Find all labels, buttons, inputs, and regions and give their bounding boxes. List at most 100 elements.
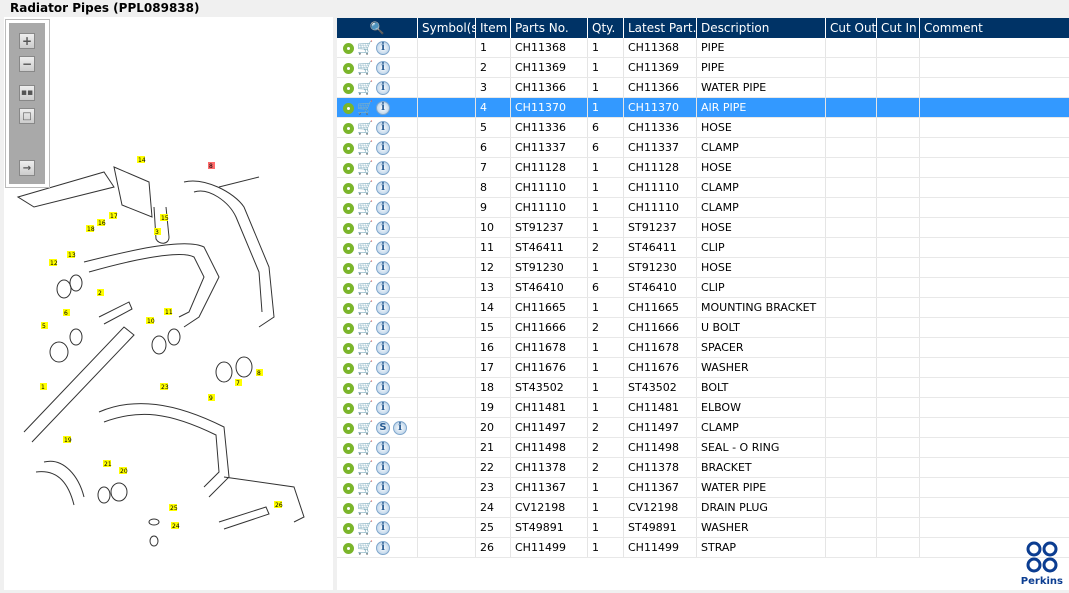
table-row[interactable]: 🛒 i 4 CH11370 1 CH11370 AIR PIPE [337,98,1069,118]
gear-icon[interactable] [343,302,354,314]
cart-icon[interactable]: 🛒 [357,142,373,155]
col-comment[interactable]: Comment [920,18,1069,38]
table-row[interactable]: 🛒 i 12 ST91230 1 ST91230 HOSE [337,258,1069,278]
info-icon[interactable]: i [376,221,390,235]
gear-icon[interactable] [343,502,354,514]
table-row[interactable]: 🛒 i 15 CH11666 2 CH11666 U BOLT [337,318,1069,338]
table-row[interactable]: 🛒 i 6 CH11337 6 CH11337 CLAMP [337,138,1069,158]
toggle-panel-button[interactable]: → [19,160,35,176]
info-icon[interactable]: i [376,261,390,275]
gear-icon[interactable] [343,122,354,134]
gear-icon[interactable] [343,182,354,194]
cell-comment[interactable] [920,458,1069,477]
cell-comment[interactable] [920,338,1069,357]
table-row[interactable]: 🛒 i 10 ST91237 1 ST91237 HOSE [337,218,1069,238]
gear-icon[interactable] [343,282,354,294]
cell-comment[interactable] [920,418,1069,437]
cart-icon[interactable]: 🛒 [357,302,373,315]
symbol-s-icon[interactable]: S [376,421,390,435]
gear-icon[interactable] [343,442,354,454]
table-row[interactable]: 🛒 i 8 CH11110 1 CH11110 CLAMP [337,178,1069,198]
cart-icon[interactable]: 🛒 [357,162,373,175]
table-row[interactable]: 🛒 i 7 CH11128 1 CH11128 HOSE [337,158,1069,178]
cart-icon[interactable]: 🛒 [357,382,373,395]
table-row[interactable]: 🛒 i 2 CH11369 1 CH11369 PIPE [337,58,1069,78]
cell-comment[interactable] [920,518,1069,537]
gear-icon[interactable] [343,382,354,394]
gear-icon[interactable] [343,422,354,434]
cell-comment[interactable] [920,198,1069,217]
gear-icon[interactable] [343,102,354,114]
table-row[interactable]: 🛒 i 5 CH11336 6 CH11336 HOSE [337,118,1069,138]
info-icon[interactable]: i [376,501,390,515]
info-icon[interactable]: i [376,201,390,215]
table-row[interactable]: 🛒 i 21 CH11498 2 CH11498 SEAL - O RING [337,438,1069,458]
info-icon[interactable]: i [376,541,390,555]
col-item[interactable]: Item [476,18,511,38]
cell-comment[interactable] [920,318,1069,337]
cell-comment[interactable] [920,98,1069,117]
cart-icon[interactable]: 🛒 [357,242,373,255]
gear-icon[interactable] [343,462,354,474]
info-icon[interactable]: i [376,361,390,375]
info-icon[interactable]: i [376,61,390,75]
cart-icon[interactable]: 🛒 [357,282,373,295]
cell-comment[interactable] [920,498,1069,517]
cart-icon[interactable]: 🛒 [357,122,373,135]
cell-comment[interactable] [920,258,1069,277]
cart-icon[interactable]: 🛒 [357,262,373,275]
info-icon[interactable]: i [376,441,390,455]
gear-icon[interactable] [343,202,354,214]
gear-icon[interactable] [343,62,354,74]
cart-icon[interactable]: 🛒 [357,322,373,335]
cart-icon[interactable]: 🛒 [357,82,373,95]
cart-icon[interactable]: 🛒 [357,522,373,535]
table-row[interactable]: 🛒 i 11 ST46411 2 ST46411 CLIP [337,238,1069,258]
zoom-out-button[interactable]: − [19,56,35,72]
gear-icon[interactable] [343,82,354,94]
gear-icon[interactable] [343,142,354,154]
table-row[interactable]: 🛒 i 1 CH11368 1 CH11368 PIPE [337,38,1069,58]
info-icon[interactable]: i [376,141,390,155]
table-row[interactable]: 🛒 i 24 CV12198 1 CV12198 DRAIN PLUG [337,498,1069,518]
cell-comment[interactable] [920,58,1069,77]
cell-comment[interactable] [920,298,1069,317]
info-icon[interactable]: i [376,481,390,495]
info-icon[interactable]: i [376,401,390,415]
cart-icon[interactable]: 🛒 [357,462,373,475]
table-row[interactable]: 🛒 i 9 CH11110 1 CH11110 CLAMP [337,198,1069,218]
exploded-diagram[interactable]: 14 8 17 16 18 15 3 13 12 2 6 5 11 10 7 8… [4,17,333,590]
cell-comment[interactable] [920,238,1069,257]
info-icon[interactable]: i [376,301,390,315]
cart-icon[interactable]: 🛒 [357,342,373,355]
gear-icon[interactable] [343,42,354,54]
gear-icon[interactable] [343,522,354,534]
table-row[interactable]: 🛒 i 14 CH11665 1 CH11665 MOUNTING BRACKET [337,298,1069,318]
gear-icon[interactable] [343,162,354,174]
info-icon[interactable]: i [376,521,390,535]
cell-comment[interactable] [920,358,1069,377]
gear-icon[interactable] [343,322,354,334]
table-row[interactable]: 🛒 i 26 CH11499 1 CH11499 STRAP [337,538,1069,558]
cart-icon[interactable]: 🛒 [357,502,373,515]
gear-icon[interactable] [343,482,354,494]
table-row[interactable]: 🛒 i 23 CH11367 1 CH11367 WATER PIPE [337,478,1069,498]
info-icon[interactable]: i [376,241,390,255]
actual-size-button[interactable]: □ [19,108,35,124]
info-icon[interactable]: i [376,81,390,95]
gear-icon[interactable] [343,362,354,374]
col-cut-in[interactable]: Cut In [877,18,920,38]
cart-icon[interactable]: 🛒 [357,542,373,555]
cart-icon[interactable]: 🛒 [357,402,373,415]
cell-comment[interactable] [920,218,1069,237]
col-latest-part[interactable]: Latest Part... [624,18,697,38]
table-row[interactable]: 🛒 i 22 CH11378 2 CH11378 BRACKET [337,458,1069,478]
info-icon[interactable]: i [393,421,407,435]
zoom-in-button[interactable]: + [19,33,35,49]
info-icon[interactable]: i [376,381,390,395]
gear-icon[interactable] [343,542,354,554]
table-row[interactable]: 🛒 i 3 CH11366 1 CH11366 WATER PIPE [337,78,1069,98]
table-row[interactable]: 🛒 i 17 CH11676 1 CH11676 WASHER [337,358,1069,378]
cart-icon[interactable]: 🛒 [357,222,373,235]
cell-comment[interactable] [920,38,1069,57]
